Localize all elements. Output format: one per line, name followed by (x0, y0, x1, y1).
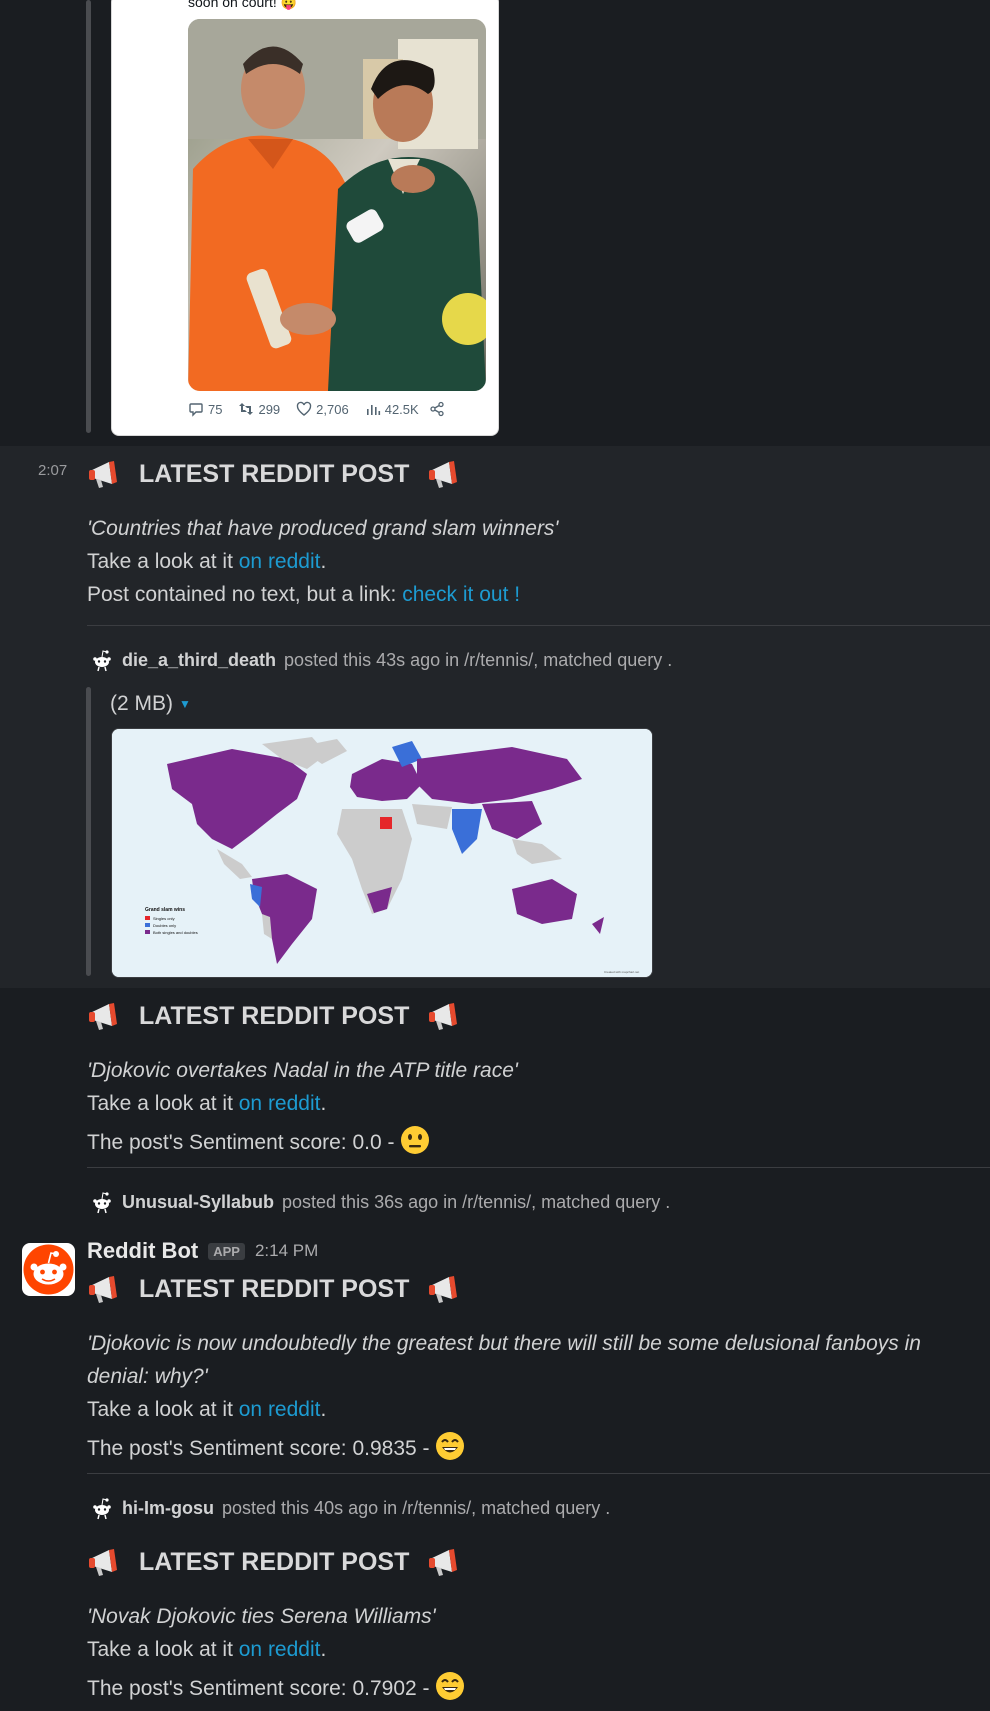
reddit-link[interactable]: on reddit (239, 1638, 321, 1661)
post-title-cont: denial: why?' (87, 1365, 208, 1388)
divider (87, 625, 990, 626)
author-name[interactable]: die_a_third_death (122, 650, 276, 671)
map-legend-title: Grand slam wins (145, 907, 185, 913)
reddit-link[interactable]: on reddit (239, 550, 321, 573)
views-count: 42.5K (384, 401, 419, 417)
megaphone-icon (89, 461, 117, 488)
post-header: LATEST REDDIT POST (87, 1546, 461, 1578)
bot-name-line: Reddit Bot APP 2:14 PM (87, 1238, 318, 1264)
meta-text: posted this 40s ago in /r/tennis/, match… (222, 1497, 611, 1518)
post-header-text: LATEST REDDIT POST (139, 1001, 410, 1030)
retweet-action[interactable]: 299 (238, 401, 280, 417)
snoo-icon (93, 1192, 111, 1214)
emoji-icon: 😛 (280, 0, 297, 10)
quote-bar (86, 0, 91, 433)
grinning-face-icon (436, 1432, 465, 1460)
megaphone-icon (429, 461, 458, 488)
megaphone-icon (429, 1003, 458, 1030)
megaphone-icon (89, 1549, 117, 1576)
reply-action[interactable]: 75 (188, 401, 222, 417)
snoo-icon (93, 650, 111, 672)
post-title: 'Djokovic is now undoubtedly the greates… (87, 1332, 921, 1355)
map-legend-item: Singles only (153, 916, 175, 921)
post-title: 'Novak Djokovic ties Serena Williams' (87, 1605, 436, 1628)
neutral-face-icon (401, 1126, 430, 1154)
message-timestamp[interactable]: 2:14 PM (255, 1241, 318, 1261)
retweet-icon (239, 403, 254, 415)
reddit-link[interactable]: on reddit (239, 1092, 321, 1115)
tweet-photo[interactable] (188, 19, 486, 391)
meta-text: posted this 43s ago in /r/tennis/, match… (284, 649, 673, 670)
tweet-text: soon on court! 😛 (188, 0, 297, 11)
check-it-out-link[interactable]: check it out ! (402, 583, 520, 606)
megaphone-icon (429, 1276, 458, 1303)
post-header-text: LATEST REDDIT POST (139, 1547, 410, 1576)
reddit-link[interactable]: on reddit (239, 1398, 321, 1421)
grinning-face-icon (436, 1672, 465, 1700)
post-header-text: LATEST REDDIT POST (139, 459, 410, 488)
reddit-link-line: Take a look at it on reddit. (87, 550, 327, 573)
divider (87, 1473, 990, 1474)
map-legend-item: Both singles and doubles (153, 930, 198, 935)
post-header: LATEST REDDIT POST (87, 458, 461, 490)
share-icon (430, 401, 444, 417)
sentiment-line: The post's Sentiment score: 0.9835 - (87, 1431, 465, 1461)
post-title: 'Countries that have produced grand slam… (87, 517, 559, 540)
reddit-link-line: Take a look at it on reddit. (87, 1398, 327, 1421)
reply-icon (189, 403, 203, 417)
author-name[interactable]: hi-Im-gosu (122, 1498, 214, 1519)
message-timestamp[interactable]: 2:07 (38, 462, 67, 479)
reddit-link-line: Take a look at it on reddit. (87, 1638, 327, 1661)
post-header-text: LATEST REDDIT POST (139, 1274, 410, 1303)
like-action[interactable]: 2,706 (296, 401, 349, 417)
views-icon (366, 405, 380, 415)
map-credit: Created with mapchart.net (604, 970, 639, 974)
reply-count: 75 (208, 401, 223, 417)
sentiment-line: The post's Sentiment score: 0.0 - (87, 1125, 430, 1155)
post-header: LATEST REDDIT POST (87, 1273, 461, 1305)
reddit-link-line: Take a look at it on reddit. (87, 1092, 327, 1115)
post-title: 'Djokovic overtakes Nadal in the ATP tit… (87, 1059, 518, 1082)
caret-down-icon: ▼ (179, 697, 191, 711)
meta-text: posted this 36s ago in /r/tennis/, match… (282, 1191, 671, 1212)
quote-bar (86, 687, 91, 976)
map-legend-item: Doubles only (153, 923, 176, 928)
heart-icon (296, 401, 312, 416)
views-action[interactable]: 42.5K (365, 401, 419, 417)
author-name[interactable]: Unusual-Syllabub (122, 1192, 274, 1213)
retweet-count: 299 (258, 401, 281, 417)
sentiment-line: The post's Sentiment score: 0.7902 - (87, 1671, 465, 1701)
post-meta: die_a_third_death posted this 43s ago in… (90, 648, 672, 672)
megaphone-icon (429, 1549, 458, 1576)
divider (87, 1167, 990, 1168)
bot-name[interactable]: Reddit Bot (87, 1238, 198, 1264)
post-meta: hi-Im-gosu posted this 40s ago in /r/ten… (90, 1496, 610, 1520)
avatar[interactable] (22, 1243, 75, 1296)
tweet-actions: 75 299 2,706 42.5K (188, 401, 445, 417)
file-size-toggle[interactable]: (2 MB) ▼ (110, 692, 191, 716)
external-link-line: Post contained no text, but a link: chec… (87, 583, 521, 606)
like-count: 2,706 (316, 401, 349, 417)
share-action[interactable] (429, 401, 445, 417)
app-badge: APP (208, 1242, 245, 1260)
post-header: LATEST REDDIT POST (87, 1000, 461, 1032)
megaphone-icon (89, 1003, 117, 1030)
post-meta: Unusual-Syllabub posted this 36s ago in … (90, 1190, 670, 1214)
map-image[interactable]: Grand slam wins Singles only Doubles onl… (111, 728, 653, 978)
snoo-icon (93, 1498, 111, 1520)
megaphone-icon (89, 1276, 117, 1303)
